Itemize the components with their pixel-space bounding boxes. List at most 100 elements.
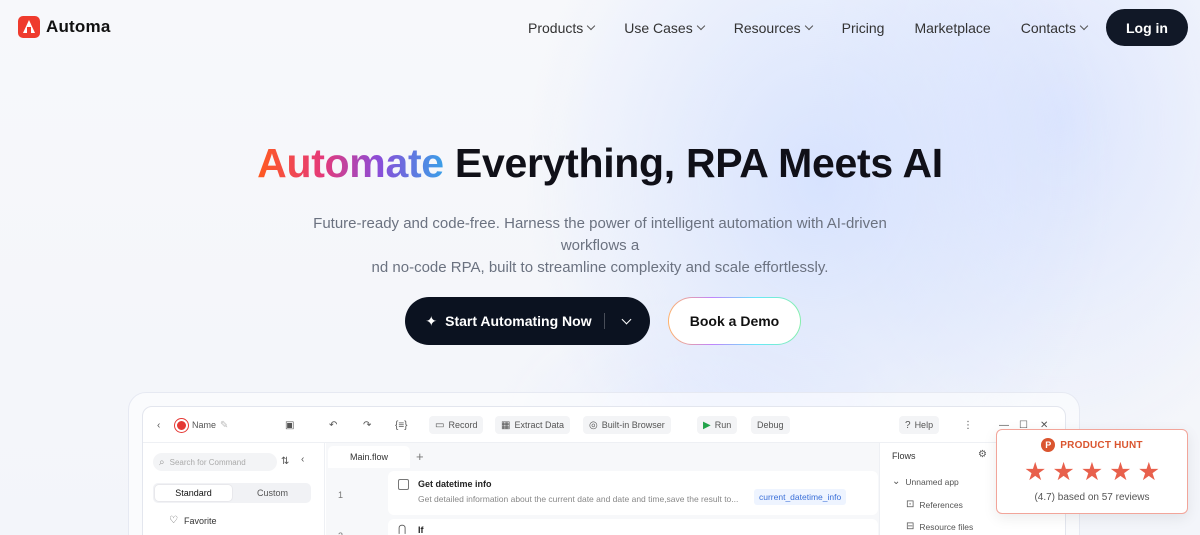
command-panel: ⌕ Search for Command ⇅ ‹ Standard Custom… (143, 443, 325, 535)
play-icon: ▶ (703, 419, 711, 431)
flows-title: Flows (892, 451, 916, 461)
nav-item-products[interactable]: Products (528, 20, 596, 36)
step-if[interactable]: ⋂ If (388, 519, 878, 535)
star-icon: ★ (1080, 458, 1104, 486)
search-icon: ⌕ (159, 456, 165, 468)
chevron-down-icon (1079, 21, 1089, 31)
automa-logo-icon (18, 16, 40, 38)
main-menu: Products Use Cases Resources Pricing Mar… (528, 20, 1117, 36)
save-icon[interactable]: ▣ (285, 416, 294, 434)
file-icon: ⊟ (906, 521, 915, 532)
edit-icon[interactable]: ✎ (220, 420, 228, 431)
table-icon: ▦ (501, 419, 511, 431)
nav-item-resources[interactable]: Resources (734, 20, 813, 36)
add-tab-icon[interactable]: + (416, 449, 424, 464)
favorite-label: Favorite (183, 515, 217, 526)
tab-custom[interactable]: Custom (234, 483, 311, 503)
cta-primary-label: Start Automating Now (445, 313, 592, 329)
subtitle-line-2: nd no-code RPA, built to streamline comp… (371, 259, 829, 276)
command-tabs: Standard Custom (153, 483, 311, 503)
back-arrow-icon[interactable]: ‹ (157, 416, 160, 434)
divider (603, 313, 605, 329)
brand-logo[interactable]: Automa (18, 16, 110, 38)
star-icon: ★ (1137, 458, 1161, 486)
search-placeholder: Search for Command (169, 457, 246, 467)
line-number: 1 (338, 490, 344, 500)
nav-label: Pricing (841, 20, 885, 36)
variables-icon[interactable]: {≡} (395, 416, 408, 434)
step-get-datetime[interactable]: Get datetime info Get detailed informati… (388, 471, 878, 515)
sort-icon[interactable]: ⇅ (281, 456, 289, 467)
references-label: References (919, 499, 963, 510)
star-icon: ★ (1052, 458, 1075, 486)
product-hunt-label: PRODUCT HUNT (1060, 439, 1143, 451)
link-icon: ⊡ (906, 499, 915, 510)
tree-item-app[interactable]: ⌄ Unnamed app (892, 476, 959, 487)
chevron-down-icon[interactable] (621, 314, 632, 324)
flow-name-label: Name (192, 420, 217, 430)
resource-files-label: Resource files (919, 521, 974, 532)
nav-label: Marketplace (914, 20, 991, 36)
subtitle-line-1: Future-ready and code-free. Harness the … (313, 215, 887, 254)
nav-label: Contacts (1020, 20, 1076, 36)
review-count: (4.7) based on 57 reviews (1034, 492, 1150, 503)
browser-button[interactable]: ◎ Built-in Browser (583, 416, 671, 434)
collapse-icon[interactable]: ‹ (301, 454, 304, 465)
login-button[interactable]: Log in (1106, 9, 1188, 46)
record-label: Record (448, 420, 478, 430)
nav-item-marketplace[interactable]: Marketplace (914, 20, 990, 36)
redo-icon[interactable]: ↷ (363, 416, 371, 434)
book-demo-button[interactable]: Book a Demo (668, 297, 801, 345)
app-toolbar: ‹ Name ✎ ▣ ↶ ↷ {≡} ▭ Record ▦ Extract Data… (143, 407, 1065, 443)
chevron-down-icon (587, 21, 596, 31)
hero-title-rest: Everything, RPA Meets AI (443, 140, 943, 186)
run-button[interactable]: ▶ Run (697, 416, 738, 434)
nav-item-pricing[interactable]: Pricing (842, 20, 885, 36)
star-icon: ★ (1109, 458, 1132, 486)
debug-button[interactable]: Debug (751, 416, 790, 434)
extract-data-label: Extract Data (514, 420, 564, 430)
heart-icon: ♡ (169, 515, 178, 526)
avatar (175, 418, 188, 432)
help-icon: ? (905, 419, 911, 431)
nav-item-contacts[interactable]: Contacts (1020, 20, 1089, 36)
tab-main-flow[interactable]: Main.flow (328, 446, 410, 468)
top-nav: Automa Products Use Cases Resources Pric… (0, 0, 1200, 56)
run-label: Run (714, 420, 732, 430)
camera-icon: ▭ (435, 419, 445, 431)
tab-standard[interactable]: Standard (155, 485, 232, 501)
calendar-icon (398, 479, 409, 490)
command-search-input[interactable]: ⌕ Search for Command (153, 453, 277, 471)
undo-icon[interactable]: ↶ (329, 416, 337, 434)
flow-name[interactable]: Name ✎ (175, 416, 228, 434)
browser-label: Built-in Browser (601, 420, 665, 430)
chevron-down-icon (696, 21, 705, 31)
debug-label: Debug (757, 420, 784, 430)
settings-icon[interactable]: ⚙ (978, 449, 987, 460)
nav-item-use-cases[interactable]: Use Cases (624, 20, 705, 36)
tree-item-resource-files[interactable]: ⊟ Resource files (906, 521, 973, 532)
tree-item-references[interactable]: ⊡ References (906, 499, 963, 510)
step-description: Get detailed information about the curre… (418, 494, 739, 504)
help-label: Help (914, 420, 934, 430)
sparkle-icon: ✦ (425, 312, 438, 329)
favorite-item[interactable]: ♡ Favorite (169, 515, 216, 526)
product-hunt-badge[interactable]: P PRODUCT HUNT ★ ★ ★ ★ ★ (4.7) based on 57 r… (996, 429, 1188, 514)
hero-subtitle: Future-ready and code-free. Harness the … (280, 213, 920, 279)
step-title: If (418, 525, 424, 535)
nav-label: Products (528, 20, 584, 36)
branch-icon: ⋂ (398, 524, 407, 535)
nav-label: Use Cases (624, 20, 693, 36)
extract-data-button[interactable]: ▦ Extract Data (495, 416, 570, 434)
hero-title-gradient: Automate (257, 140, 444, 186)
variable-chip[interactable]: current_datetime_info (754, 489, 847, 505)
help-button[interactable]: ? Help (899, 416, 940, 434)
chevron-down-icon (804, 21, 813, 31)
app-preview-window: ‹ Name ✎ ▣ ↶ ↷ {≡} ▭ Record ▦ Extract Data… (142, 406, 1066, 535)
record-button[interactable]: ▭ Record (429, 416, 484, 434)
start-automating-button[interactable]: ✦ Start Automating Now (405, 297, 650, 345)
chevron-down-icon: ⌄ (892, 476, 901, 487)
flow-editor: Main.flow + 1 Get datetime info Get deta… (326, 443, 879, 535)
product-hunt-header: P PRODUCT HUNT (997, 438, 1187, 452)
more-icon[interactable]: ⋮ (963, 416, 973, 434)
